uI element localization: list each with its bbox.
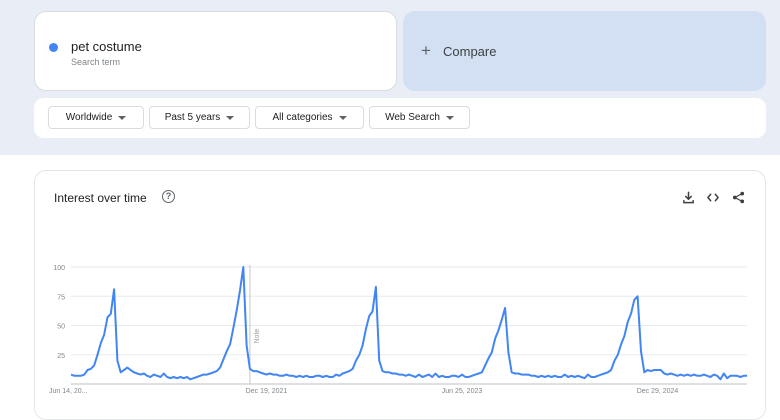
y-tick-label: 25 bbox=[57, 353, 65, 360]
search-term-name[interactable]: pet costume bbox=[71, 39, 142, 54]
plus-icon: + bbox=[421, 41, 431, 60]
y-tick-label: 75 bbox=[57, 294, 65, 301]
x-tick-label: Dec 19, 2021 bbox=[246, 388, 288, 395]
compare-label: Compare bbox=[443, 43, 497, 59]
search-type-filter-dropdown[interactable]: Web Search bbox=[369, 106, 470, 129]
category-filter-label: All categories bbox=[272, 112, 333, 123]
caret-down-icon bbox=[226, 115, 235, 120]
caret-down-icon bbox=[118, 115, 127, 120]
filter-bar: Worldwide Past 5 years All categories We… bbox=[34, 98, 766, 138]
caret-down-icon bbox=[445, 115, 454, 120]
note-marker-label: Note bbox=[254, 329, 261, 344]
category-filter-dropdown[interactable]: All categories bbox=[255, 106, 364, 129]
x-tick-label: Jun 25, 2023 bbox=[442, 388, 483, 395]
interest-line-chart: 25 50 75 100 Note Jun 14, 20... Dec 19, 2021 Ju… bbox=[49, 265, 747, 395]
interest-over-time-card: Interest over time ? 25 50 75 100 Note Jun 14… bbox=[34, 170, 766, 420]
search-type-filter-label: Web Search bbox=[385, 112, 440, 123]
y-tick-label: 100 bbox=[53, 265, 65, 272]
region-filter-dropdown[interactable]: Worldwide bbox=[48, 106, 144, 129]
series-color-dot bbox=[49, 43, 58, 52]
x-tick-label: Jun 14, 20... bbox=[49, 388, 88, 395]
time-range-filter-label: Past 5 years bbox=[164, 112, 221, 123]
x-tick-label: Dec 29, 2024 bbox=[637, 388, 679, 395]
caret-down-icon bbox=[338, 115, 347, 120]
region-filter-label: Worldwide bbox=[65, 112, 113, 123]
time-range-filter-dropdown[interactable]: Past 5 years bbox=[149, 106, 250, 129]
search-term-card[interactable]: pet costume Search term bbox=[34, 11, 397, 91]
compare-button[interactable]: + Compare bbox=[403, 11, 766, 91]
series-line-pet-costume bbox=[70, 266, 747, 381]
search-term-subtitle: Search term bbox=[71, 57, 121, 67]
y-tick-label: 50 bbox=[57, 324, 65, 331]
